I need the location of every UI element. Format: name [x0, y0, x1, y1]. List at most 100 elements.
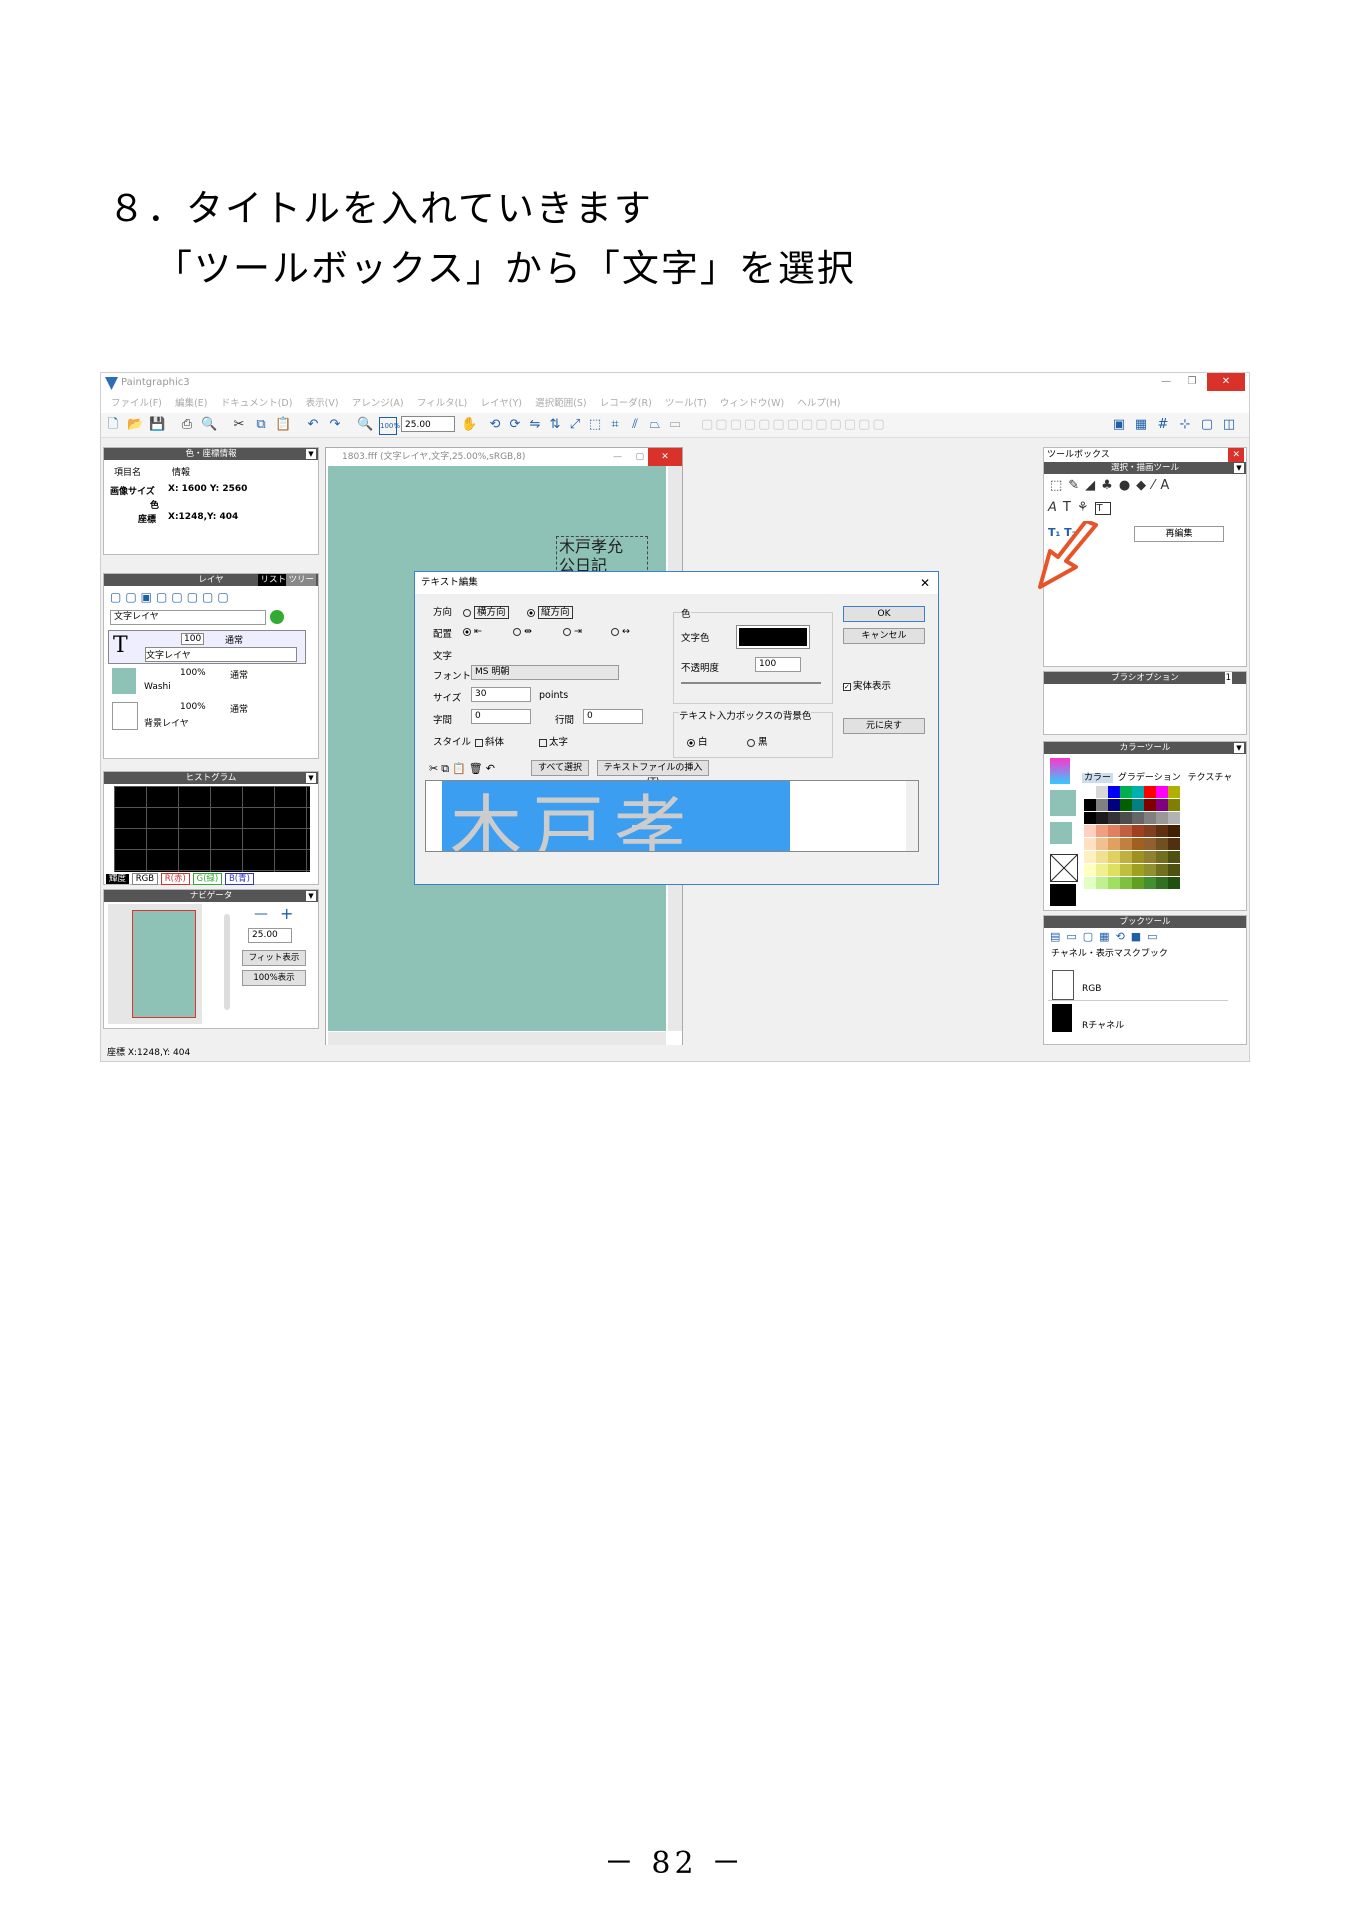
text-tool-icon[interactable]: 𝘈	[1048, 500, 1063, 515]
hash-icon[interactable]: #	[1155, 417, 1171, 433]
add-layer-icon[interactable]	[270, 610, 284, 624]
color-swatch[interactable]	[1084, 851, 1096, 863]
color-swatch[interactable]	[1156, 825, 1168, 837]
color-palette[interactable]	[1084, 786, 1220, 890]
color-swatch[interactable]	[1084, 825, 1096, 837]
no-color-icon[interactable]	[1050, 854, 1078, 882]
color-swatch[interactable]	[1108, 825, 1120, 837]
color-swatch[interactable]	[1120, 851, 1132, 863]
text-input-box[interactable]: 木戸孝	[425, 780, 919, 852]
color-swatch[interactable]	[1108, 838, 1120, 850]
layer-opacity[interactable]: 100%	[180, 702, 206, 712]
navigator-viewport[interactable]	[132, 910, 196, 1018]
rotate-right-icon[interactable]: ⟳	[507, 417, 523, 433]
layer-row[interactable]: T 100 通常 文字レイヤ	[108, 630, 306, 664]
color-swatch[interactable]	[1096, 799, 1108, 811]
color-swatch[interactable]	[1156, 864, 1168, 876]
color-swatch[interactable]	[1168, 838, 1180, 850]
color-swatch[interactable]	[1084, 812, 1096, 824]
color-swatch[interactable]	[1108, 877, 1120, 889]
color-swatch[interactable]	[1108, 864, 1120, 876]
tab-luminance[interactable]: 輝度	[106, 874, 130, 884]
dialog-close-icon[interactable]: ✕	[920, 572, 930, 594]
undo-icon[interactable]: ↶	[305, 417, 321, 433]
menu-selection[interactable]: 選択範囲(S)	[535, 395, 586, 413]
select-all-button[interactable]: すべて選択	[531, 760, 589, 776]
align-end-radio[interactable]: ⇥	[563, 626, 582, 637]
bg-white-radio[interactable]: 白	[687, 734, 708, 748]
tab-red[interactable]: R(赤)	[160, 873, 190, 885]
italic-checkbox[interactable]: 斜体	[475, 734, 504, 748]
color-swatch[interactable]	[1132, 877, 1144, 889]
tab-tree[interactable]: ツリー	[286, 574, 316, 586]
skew-icon[interactable]: ⫽	[627, 417, 643, 433]
layer-opacity[interactable]: 100%	[180, 668, 206, 678]
book-dropdown[interactable]: チャネル・表示マスクブック	[1048, 948, 1174, 963]
panel-menu-icon[interactable]: ▼	[1234, 743, 1244, 753]
color-swatch[interactable]	[1084, 877, 1096, 889]
line-spacing-select[interactable]: 0	[583, 709, 643, 724]
flip-vertical-icon[interactable]: ⇅	[547, 417, 563, 433]
tool-row1-icon[interactable]: ⬚✎◢♣●◆⁄A	[1050, 478, 1175, 493]
fullscreen-icon[interactable]: ◫	[1221, 417, 1237, 433]
color-swatch[interactable]	[1084, 786, 1096, 798]
layer-name[interactable]: 背景レイヤ	[144, 716, 189, 729]
color-swatch[interactable]	[1132, 812, 1144, 824]
menu-recorder[interactable]: レコーダ(R)	[600, 395, 652, 413]
color-swatch[interactable]	[1096, 877, 1108, 889]
book-item[interactable]: Rチャネル	[1048, 1002, 1228, 1034]
color-swatch[interactable]	[1096, 864, 1108, 876]
color-swatch[interactable]	[1156, 877, 1168, 889]
menu-view[interactable]: 表示(V)	[306, 395, 339, 413]
bg-black-radio[interactable]: 黒	[747, 734, 768, 748]
color-swatch[interactable]	[1144, 825, 1156, 837]
layer-mode[interactable]: 通常	[230, 668, 248, 681]
color-swatch[interactable]	[1144, 877, 1156, 889]
zoom-icon[interactable]: 🔍	[357, 417, 373, 433]
window-icon[interactable]: ▢	[1199, 417, 1215, 433]
color-swatch[interactable]	[1120, 864, 1132, 876]
navigator-slider[interactable]	[224, 914, 230, 1010]
color-swatch[interactable]	[1168, 799, 1180, 811]
minimize-button[interactable]: —	[1153, 373, 1179, 391]
align-start-radio[interactable]: ⇤	[463, 626, 482, 637]
color-swatch[interactable]	[1144, 786, 1156, 798]
color-swatch[interactable]	[1108, 851, 1120, 863]
color-picker-icon[interactable]	[1050, 758, 1070, 784]
print-preview-icon[interactable]: 🔍	[201, 417, 217, 433]
brush-tab-1[interactable]: 1	[1224, 672, 1232, 684]
toolbox-close-button[interactable]: ✕	[1228, 448, 1244, 462]
color-swatch[interactable]	[1168, 851, 1180, 863]
new-icon[interactable]: 🗋	[105, 417, 121, 433]
color-swatch[interactable]	[1096, 838, 1108, 850]
color-swatch[interactable]	[1168, 812, 1180, 824]
book-tools-icon[interactable]: ▤▭▢▦⟲■▭	[1050, 930, 1164, 943]
reedit-button[interactable]: 再編集	[1134, 526, 1224, 542]
color-swatch[interactable]	[1132, 799, 1144, 811]
direction-vertical-radio[interactable]: 縦方向	[527, 604, 573, 619]
color-swatch[interactable]	[1096, 786, 1108, 798]
canvas-close-button[interactable]: ✕	[648, 448, 682, 466]
color-swatch[interactable]	[1120, 838, 1132, 850]
opacity-input[interactable]: 100	[755, 657, 801, 672]
color-swatch[interactable]	[1132, 838, 1144, 850]
layer-tools-icon[interactable]: ▢▢▣▢▢▢▢▢	[110, 590, 233, 604]
color-swatch[interactable]	[1096, 825, 1108, 837]
text-box-tool-icon[interactable]: T	[1094, 502, 1111, 515]
layer-name[interactable]: 文字レイヤ	[145, 647, 297, 662]
hand-icon[interactable]: ✋	[461, 417, 477, 433]
color-swatch[interactable]	[1156, 799, 1168, 811]
background-color[interactable]	[1050, 822, 1072, 844]
layer-opacity[interactable]: 100	[181, 633, 205, 645]
text-tools-icon[interactable]: 𝘈T⚘ T	[1048, 500, 1111, 515]
panel-menu-icon[interactable]: ▼	[306, 449, 316, 459]
color-swatch[interactable]	[1108, 812, 1120, 824]
tab-list[interactable]: リスト	[258, 574, 288, 586]
canvas-minimize-button[interactable]: —	[613, 448, 622, 466]
color-swatch[interactable]	[1156, 786, 1168, 798]
resize-icon[interactable]: ⤢	[567, 417, 583, 433]
edit-tools-icon[interactable]: ✂⧉📋🗑↶	[429, 762, 498, 776]
color-swatch[interactable]	[1156, 838, 1168, 850]
save-icon[interactable]: 💾	[149, 417, 165, 433]
color-swatch[interactable]	[1084, 864, 1096, 876]
